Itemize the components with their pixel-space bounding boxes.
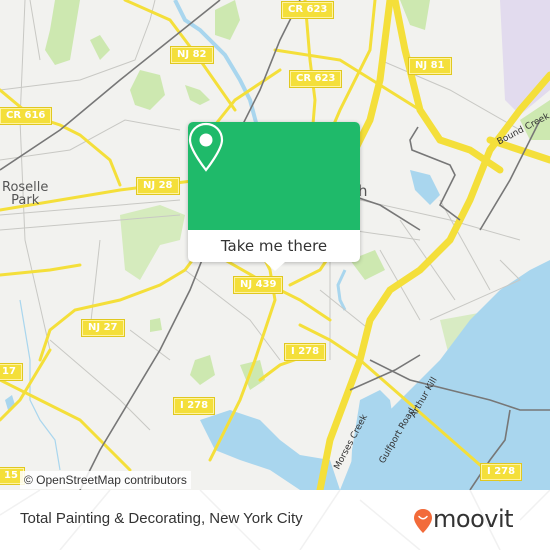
location-pin-icon: [188, 122, 224, 172]
road-shield-nj81: NJ 81: [409, 58, 451, 74]
road-shield-cr616: CR 616: [0, 108, 52, 124]
road-shield-i278-a: I 278: [174, 398, 215, 414]
road-shield-17: 17: [0, 364, 22, 380]
road-shield-i278-b: I 278: [285, 344, 326, 360]
road-shield-nj28: NJ 28: [137, 178, 179, 194]
road-shield-cr623-top: CR 623: [282, 2, 334, 18]
footer-bar: Total Painting & Decorating, New York Ci…: [0, 490, 550, 550]
road-shield-cr623: CR 623: [290, 71, 342, 87]
map-attribution[interactable]: © OpenStreetMap contributors: [20, 471, 191, 489]
moovit-wordmark: moovit: [433, 505, 514, 533]
place-label-roselle-park: Roselle Park: [2, 180, 49, 208]
place-title: Total Painting & Decorating, New York Ci…: [20, 510, 303, 527]
road-shield-nj27: NJ 27: [82, 320, 124, 336]
map-view[interactable]: CR 616 NJ 82 CR 623 CR 623 NJ 81 NJ 28 N…: [0, 0, 550, 490]
moovit-pin-icon: [414, 509, 432, 533]
airport-area: [500, 0, 550, 115]
road-shield-i278-c: I 278: [481, 464, 522, 480]
take-me-there-button[interactable]: Take me there: [188, 230, 360, 262]
road-shield-nj82: NJ 82: [171, 47, 213, 63]
popup-header: [188, 122, 360, 230]
popup-pointer: [265, 262, 285, 271]
road-shield-nj439: NJ 439: [234, 277, 283, 293]
location-popup: Take me there: [188, 122, 360, 271]
